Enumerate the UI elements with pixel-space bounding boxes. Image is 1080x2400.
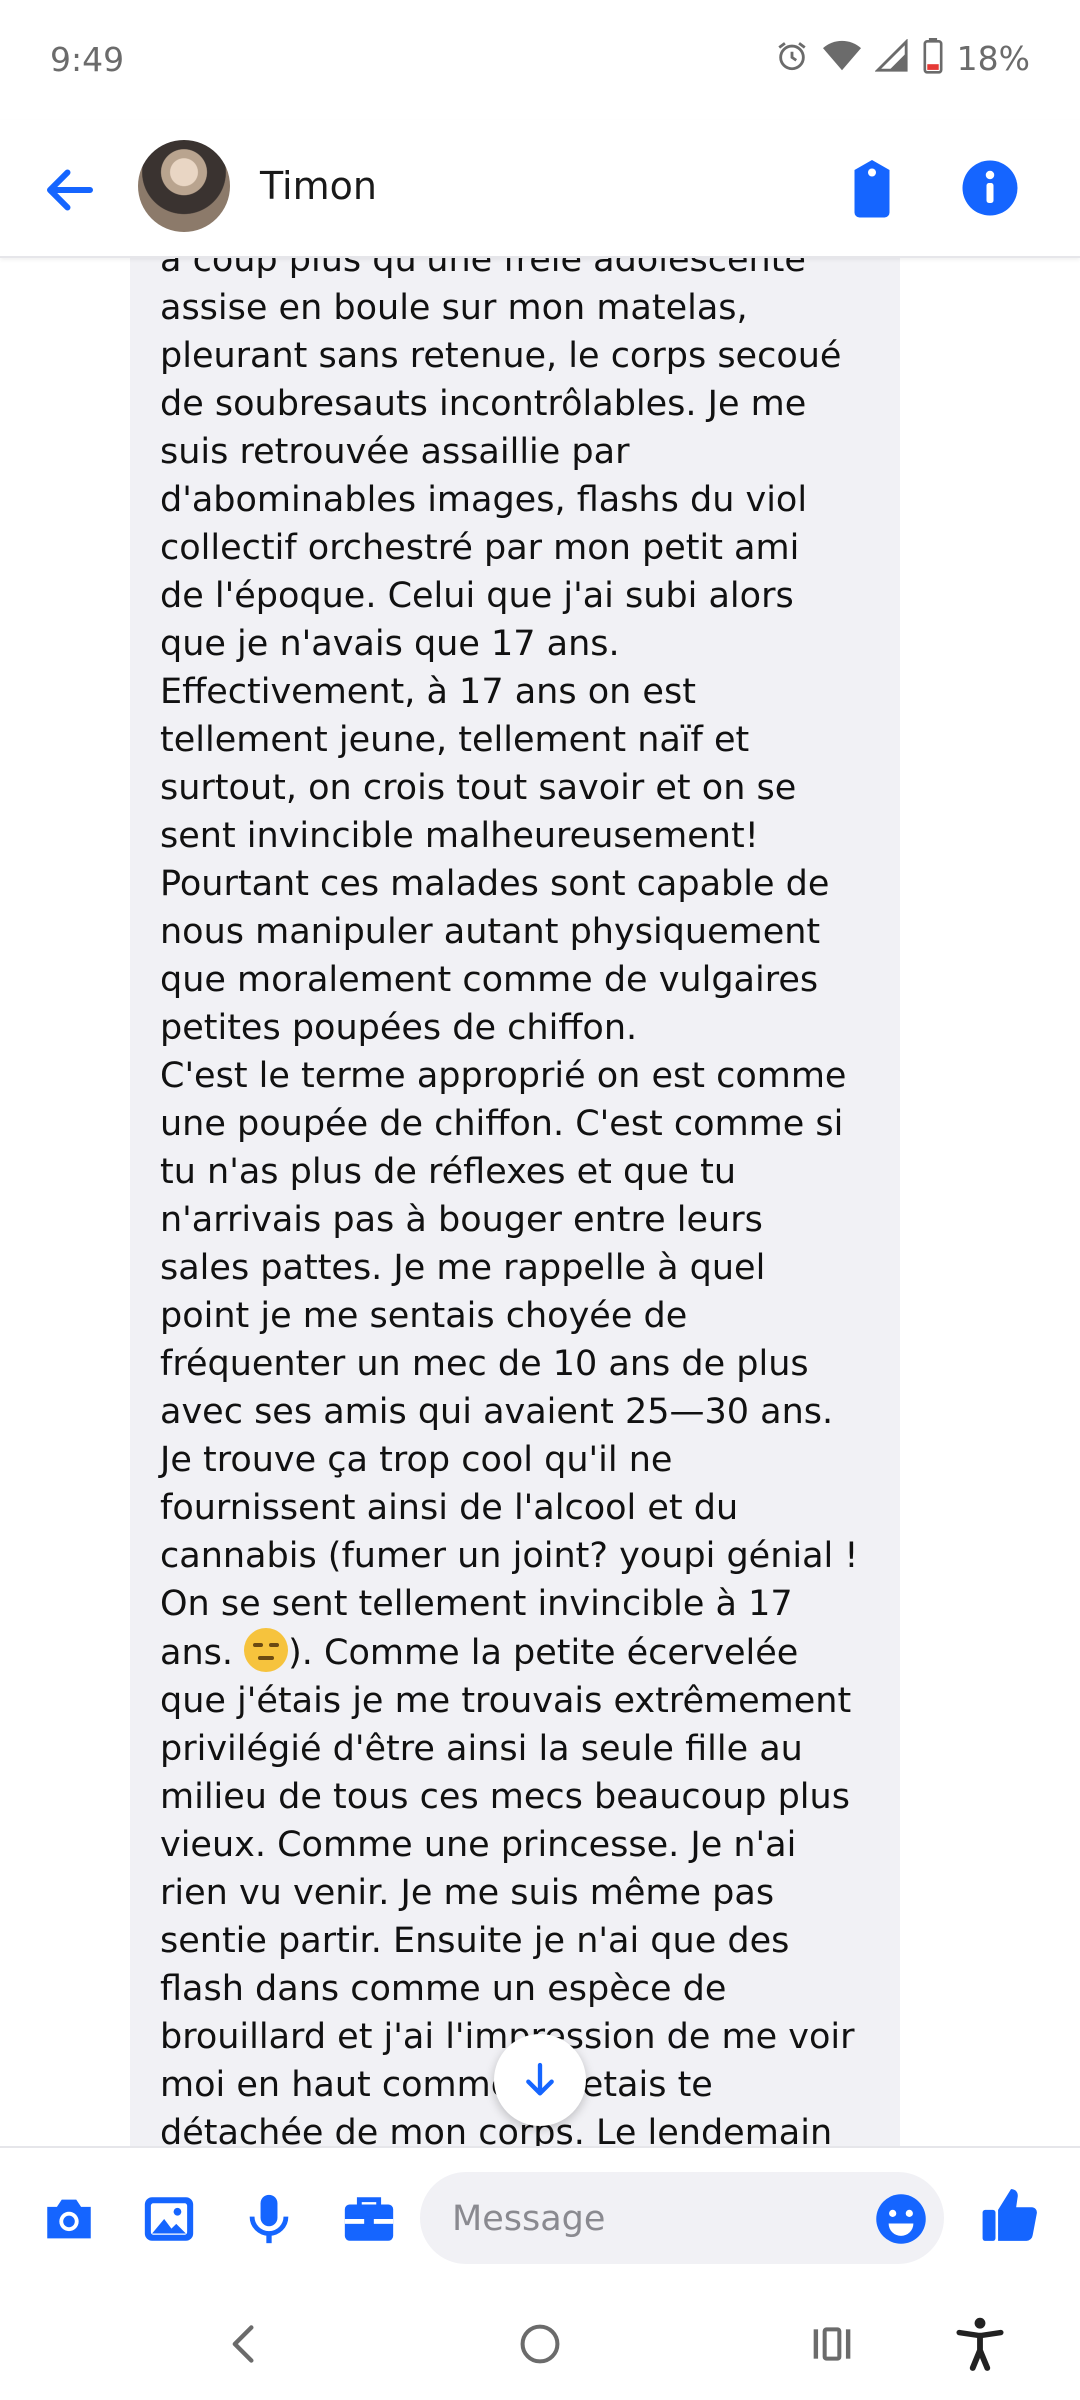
camera-button[interactable] [36,2186,102,2252]
back-nav-icon [232,2325,254,2363]
message-text: à coup plus qu'une frêle adolescente ass… [160,256,880,2146]
emoji-button[interactable] [874,2192,928,2246]
battery-percentage: 18% [956,38,1030,78]
gallery-button[interactable] [136,2186,202,2252]
alarm-icon [775,39,809,77]
wifi-icon [822,39,861,77]
microphone-icon [249,2194,289,2244]
avatar[interactable] [138,140,230,232]
call-icon [854,160,890,218]
gallery-icon [144,2197,194,2241]
signal-icon [874,38,909,77]
status-bar: 9:49 18% [0,0,1080,120]
battery-icon [923,38,943,78]
accessibility-icon [956,2317,1004,2371]
expressionless-face-emoji [244,1628,289,1672]
home-nav-icon [520,2324,560,2364]
back-button[interactable] [40,160,100,220]
back-arrow-icon [47,169,93,211]
message-text-part-1: à coup plus qu'une frêle adolescente ass… [160,256,859,1673]
recents-nav-icon [813,2327,851,2361]
contact-name[interactable]: Timon [260,164,377,208]
emoji-icon [876,2194,926,2244]
thumbs-up-icon [982,2189,1037,2241]
nav-back-button[interactable] [212,2312,276,2376]
call-button[interactable] [846,160,898,220]
accessibility-button[interactable] [948,2312,1012,2376]
message-bubble[interactable]: à coup plus qu'une frêle adolescente ass… [130,256,900,2146]
nav-home-button[interactable] [508,2312,572,2376]
camera-icon [47,2199,91,2239]
composer-bar [0,2146,1080,2288]
status-time: 9:49 [50,40,125,79]
conversation-header: Timon [0,120,1080,258]
system-navigation-bar [0,2286,1080,2400]
message-list[interactable]: à coup plus qu'une frêle adolescente ass… [0,256,1080,2146]
briefcase-button[interactable] [336,2186,402,2252]
arrow-down-icon [526,2062,554,2096]
info-icon [962,160,1018,216]
message-field[interactable] [420,2172,944,2266]
info-button[interactable] [960,158,1020,218]
status-icons: 18% [775,38,1030,78]
scroll-to-bottom-button[interactable] [494,2034,586,2126]
message-input[interactable] [450,2172,854,2266]
microphone-button[interactable] [236,2186,302,2252]
nav-recents-button[interactable] [800,2312,864,2376]
thumbs-up-button[interactable] [980,2184,1046,2250]
briefcase-icon [344,2197,394,2241]
